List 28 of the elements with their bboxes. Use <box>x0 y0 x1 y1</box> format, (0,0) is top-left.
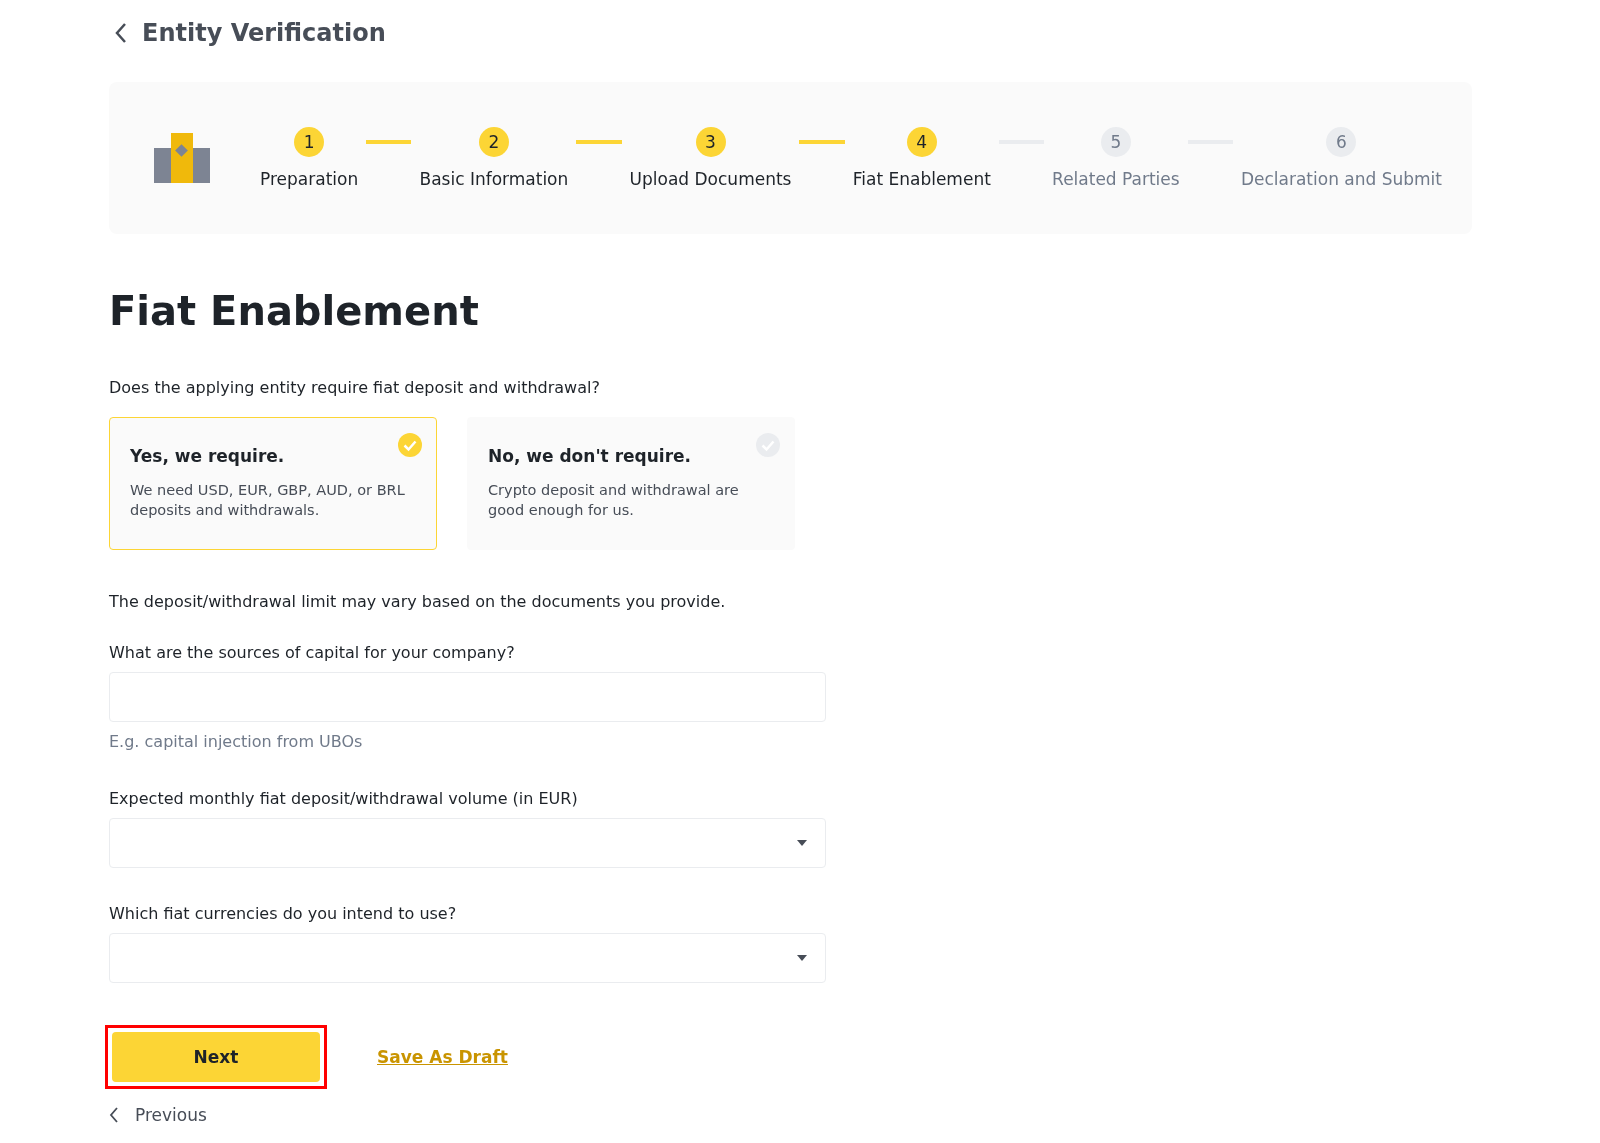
step-number: 4 <box>906 127 937 157</box>
option-card[interactable]: Yes, we require. We need USD, EUR, GBP, AUD, or BRL deposits and withdrawals. <box>109 417 437 550</box>
step-label: Declaration and Submit <box>1240 169 1442 189</box>
limit-note: The deposit/withdrawal limit may vary based on the documents you provide. <box>109 592 727 611</box>
next-button[interactable]: Next <box>112 1032 320 1082</box>
option-card[interactable]: No, we don't require. Crypto deposit and withdrawal are good enough for us. <box>467 417 795 550</box>
option-title: No, we don't require. <box>488 446 693 466</box>
step-number: 6 <box>1326 127 1357 157</box>
step-label: Preparation <box>260 169 359 189</box>
previous-button[interactable]: Previous <box>109 1105 207 1125</box>
field-label: Expected monthly fiat deposit/withdrawal volume (in EUR) <box>109 789 579 808</box>
field-label: What are the sources of capital for your company? <box>109 643 516 662</box>
step-label: Related Parties <box>1052 169 1180 189</box>
step-number: 5 <box>1100 127 1131 157</box>
option-title: Yes, we require. <box>130 446 286 466</box>
step-label: Basic Information <box>419 169 569 189</box>
step-number: 3 <box>695 127 726 157</box>
field-label: Which fiat currencies do you intend to use? <box>109 904 458 923</box>
step-number: 2 <box>478 127 509 157</box>
question-text: Does the applying entity require fiat deposit and withdrawal? <box>109 378 601 397</box>
step-label: Upload Documents <box>629 169 792 189</box>
option-description: We need USD, EUR, GBP, AUD, or BRL deposits and withdrawals. <box>130 481 406 520</box>
step-number: 1 <box>294 127 325 157</box>
field-hint: E.g. capital injection from UBOs <box>109 732 364 751</box>
page-header-title: Entity Verification <box>142 19 386 47</box>
step-label: Fiat Enablement <box>852 169 991 189</box>
option-description: Crypto deposit and withdrawal are good enough for us. <box>488 481 740 520</box>
section-title: Fiat Enablement <box>109 288 480 334</box>
